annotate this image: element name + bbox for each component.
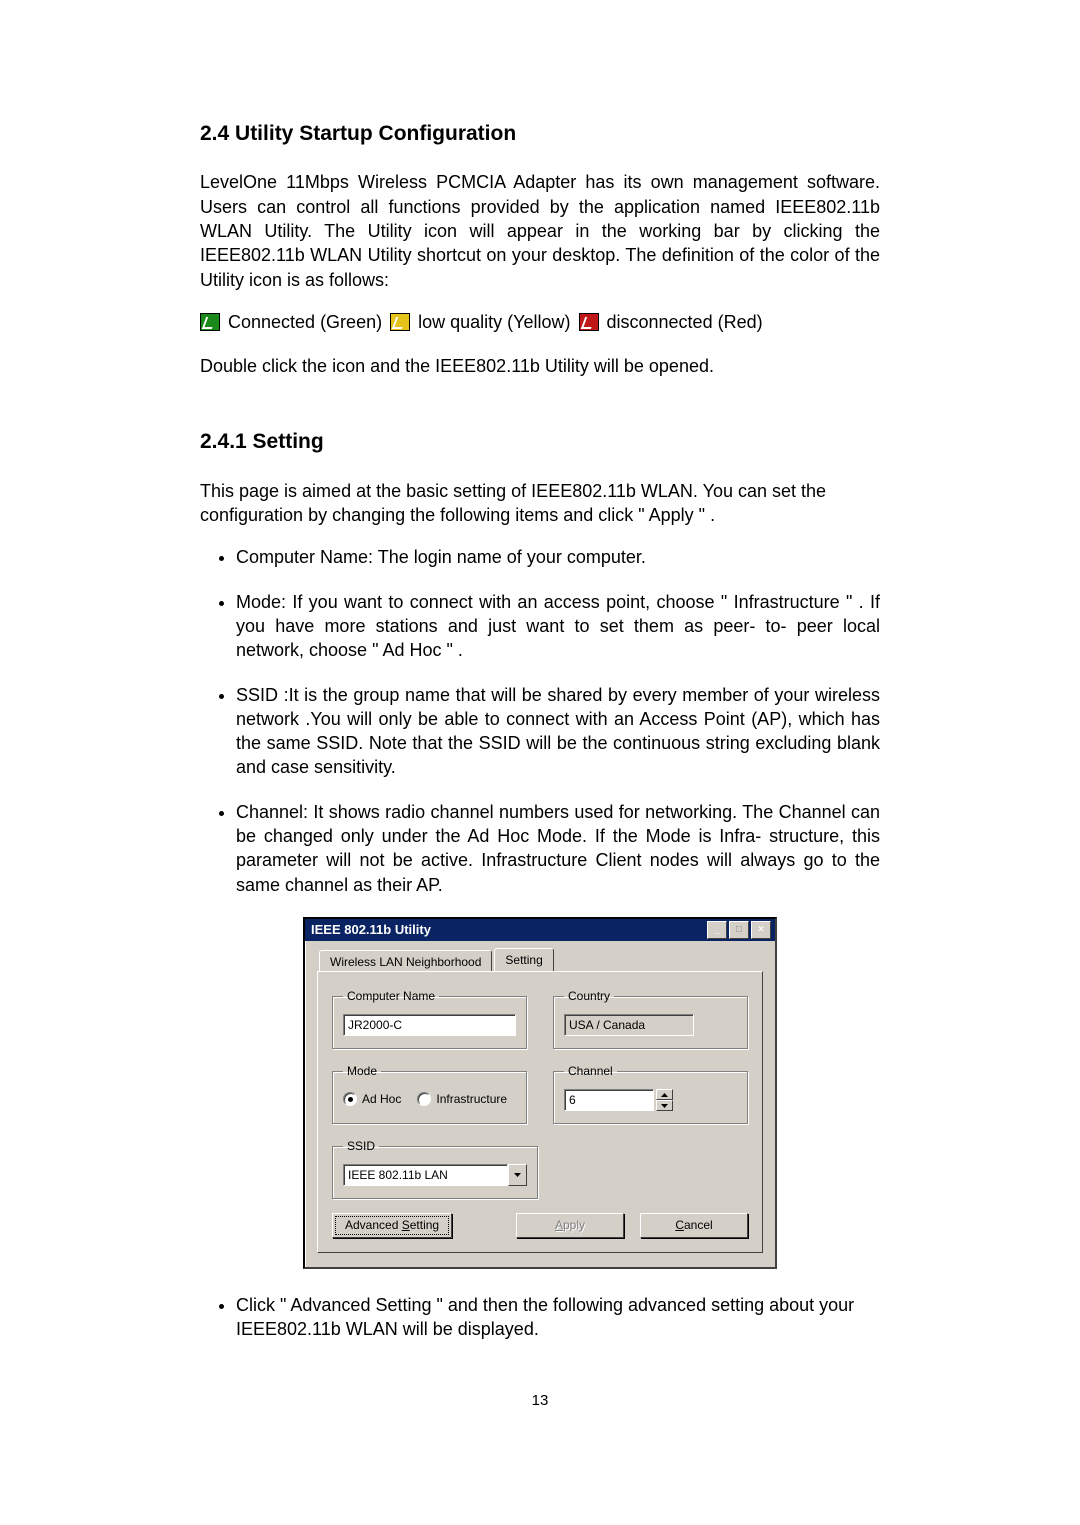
group-mode: Mode Ad Hoc Infrastructure (332, 1063, 527, 1124)
btn-text: ancel (684, 1218, 713, 1232)
cancel-button[interactable]: Cancel (640, 1213, 748, 1237)
status-connected-label: Connected (Green) (228, 310, 382, 334)
dialog-titlebar[interactable]: IEEE 802.11b Utility _ □ × (305, 919, 775, 941)
tray-icon-green (200, 313, 220, 331)
page-number: 13 (200, 1391, 880, 1411)
ssid-combo-input[interactable]: IEEE 802.11b LAN (343, 1164, 508, 1186)
group-mode-label: Mode (343, 1063, 381, 1079)
group-ssid-label: SSID (343, 1138, 379, 1154)
group-channel-label: Channel (564, 1063, 617, 1079)
utility-dialog: IEEE 802.11b Utility _ □ × Wireless LAN … (303, 917, 777, 1269)
status-disconnected-label: disconnected (Red) (607, 310, 763, 334)
btn-access-key: S (402, 1218, 410, 1232)
radio-adhoc-label: Ad Hoc (362, 1091, 401, 1107)
advanced-setting-button[interactable]: Advanced Setting (332, 1213, 452, 1237)
country-value: USA / Canada (564, 1014, 694, 1036)
bullet-ssid: SSID :It is the group name that will be … (236, 683, 880, 780)
tray-icon-red (579, 313, 599, 331)
channel-spin-down[interactable] (656, 1100, 673, 1111)
bullet-mode: Mode: If you want to connect with an acc… (236, 590, 880, 663)
radio-adhoc[interactable]: Ad Hoc (343, 1091, 401, 1107)
group-channel: Channel 6 (553, 1063, 748, 1124)
tray-icon-yellow (390, 313, 410, 331)
radio-dot-icon (343, 1092, 357, 1106)
bullet-advanced-setting: Click " Advanced Setting " and then the … (236, 1293, 880, 1342)
dialog-title: IEEE 802.11b Utility (311, 921, 431, 939)
btn-text: pply (563, 1218, 585, 1232)
btn-access-key: C (675, 1218, 684, 1232)
group-country: Country USA / Canada (553, 988, 748, 1049)
channel-input[interactable]: 6 (564, 1089, 654, 1111)
minimize-button[interactable]: _ (707, 921, 727, 939)
btn-access-key: A (555, 1218, 563, 1232)
chevron-up-icon (661, 1093, 668, 1097)
radio-infrastructure[interactable]: Infrastructure (417, 1091, 507, 1107)
heading-2-4-1: 2.4.1 Setting (200, 428, 880, 456)
setting-intro-paragraph: This page is aimed at the basic setting … (200, 479, 880, 528)
radio-infra-label: Infrastructure (436, 1091, 507, 1107)
btn-text: Advanced (345, 1218, 402, 1232)
tab-panel-setting: Computer Name JR2000-C Country USA / Can… (317, 971, 763, 1253)
bullet-computer-name: Computer Name: The login name of your co… (236, 545, 880, 569)
chevron-down-icon (661, 1104, 668, 1108)
status-legend: Connected (Green) low quality (Yellow) d… (200, 310, 880, 334)
apply-button: Apply (516, 1213, 624, 1237)
group-ssid: SSID IEEE 802.11b LAN (332, 1138, 538, 1199)
intro-paragraph: LevelOne 11Mbps Wireless PCMCIA Adapter … (200, 170, 880, 291)
close-button[interactable]: × (751, 921, 771, 939)
channel-spin-up[interactable] (656, 1089, 673, 1100)
status-lowquality-label: low quality (Yellow) (418, 310, 570, 334)
bullet-channel: Channel: It shows radio channel numbers … (236, 800, 880, 897)
chevron-down-icon (514, 1173, 521, 1177)
radio-dot-icon (417, 1092, 431, 1106)
computer-name-input[interactable]: JR2000-C (343, 1014, 516, 1036)
group-country-label: Country (564, 988, 614, 1004)
group-computer-name-label: Computer Name (343, 988, 439, 1004)
double-click-paragraph: Double click the icon and the IEEE802.11… (200, 354, 880, 378)
tab-setting[interactable]: Setting (494, 948, 553, 971)
heading-2-4: 2.4 Utility Startup Configuration (200, 120, 880, 148)
btn-text: etting (410, 1218, 439, 1232)
ssid-combo-dropdown-button[interactable] (508, 1164, 527, 1186)
tab-wireless-neighborhood[interactable]: Wireless LAN Neighborhood (319, 950, 492, 972)
group-computer-name: Computer Name JR2000-C (332, 988, 527, 1049)
maximize-button: □ (729, 921, 749, 939)
